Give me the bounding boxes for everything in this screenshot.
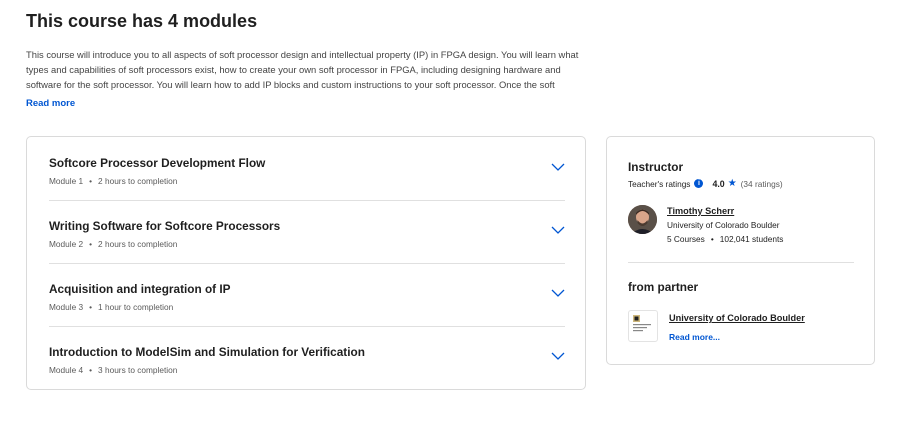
- teacher-ratings: Teacher's ratings i 4.0 ★ (34 ratings): [628, 178, 783, 189]
- divider: [49, 326, 565, 327]
- course-description: This course will introduce you to all as…: [26, 47, 582, 92]
- instructor-name-link[interactable]: Timothy Scherr: [667, 206, 734, 216]
- ratings-label: Teacher's ratings: [628, 178, 691, 189]
- info-icon[interactable]: i: [694, 179, 704, 188]
- chevron-down-icon[interactable]: [551, 351, 565, 361]
- avatar[interactable]: [628, 205, 657, 234]
- module-number: Module 4: [49, 365, 84, 375]
- module-duration: 3 hours to completion: [98, 365, 178, 375]
- partner-logo[interactable]: [628, 310, 658, 342]
- module-item-3[interactable]: Acquisition and integration of IP Module…: [49, 265, 565, 328]
- read-more-link[interactable]: Read more: [26, 98, 75, 109]
- partner-name-link[interactable]: University of Colorado Boulder: [669, 313, 805, 323]
- star-icon: ★: [727, 178, 737, 189]
- partner-heading: from partner: [628, 280, 699, 294]
- chevron-down-icon[interactable]: [551, 288, 565, 298]
- module-item-1[interactable]: Softcore Processor Development Flow Modu…: [49, 139, 565, 202]
- module-title: Softcore Processor Development Flow: [49, 156, 266, 170]
- module-title: Acquisition and integration of IP: [49, 282, 231, 296]
- description-line: software for the soft processor. You wil…: [26, 79, 555, 90]
- module-meta: Module 2 • 2 hours to completion: [49, 239, 177, 249]
- partner-read-more-link[interactable]: Read more...: [669, 332, 720, 342]
- rating-count: (34 ratings): [740, 178, 783, 189]
- modules-card: Softcore Processor Development Flow Modu…: [26, 136, 586, 390]
- description-line: types and capabilities of soft processor…: [26, 64, 561, 75]
- module-title: Introduction to ModelSim and Simulation …: [49, 345, 365, 359]
- divider: [49, 263, 565, 264]
- module-number: Module 3: [49, 302, 84, 312]
- module-item-4[interactable]: Introduction to ModelSim and Simulation …: [49, 328, 565, 391]
- student-count: 102,041 students: [719, 234, 784, 244]
- meta-separator: •: [710, 234, 714, 244]
- instructor-stats: 5 Courses • 102,041 students: [667, 234, 783, 244]
- module-title: Writing Software for Softcore Processors: [49, 219, 281, 233]
- module-number: Module 1: [49, 176, 84, 186]
- module-duration: 2 hours to completion: [98, 239, 178, 249]
- divider: [628, 262, 854, 263]
- meta-separator: •: [89, 239, 93, 249]
- module-meta: Module 4 • 3 hours to completion: [49, 365, 177, 375]
- module-number: Module 2: [49, 239, 84, 249]
- chevron-down-icon[interactable]: [551, 225, 565, 235]
- page-title: This course has 4 modules: [26, 11, 258, 31]
- instructor-heading: Instructor: [628, 160, 684, 174]
- module-meta: Module 1 • 2 hours to completion: [49, 176, 177, 186]
- module-meta: Module 3 • 1 hour to completion: [49, 302, 173, 312]
- meta-separator: •: [89, 365, 93, 375]
- module-duration: 2 hours to completion: [98, 176, 178, 186]
- course-count: 5 Courses: [667, 234, 705, 244]
- description-line: This course will introduce you to all as…: [26, 49, 579, 60]
- instructor-card: Instructor Teacher's ratings i 4.0 ★ (34…: [606, 136, 875, 365]
- chevron-down-icon[interactable]: [551, 162, 565, 172]
- meta-separator: •: [89, 176, 93, 186]
- rating-value: 4.0: [712, 178, 725, 189]
- module-item-2[interactable]: Writing Software for Softcore Processors…: [49, 202, 565, 265]
- module-duration: 1 hour to completion: [98, 302, 174, 312]
- meta-separator: •: [89, 302, 93, 312]
- instructor-org: University of Colorado Boulder: [667, 220, 780, 230]
- divider: [49, 200, 565, 201]
